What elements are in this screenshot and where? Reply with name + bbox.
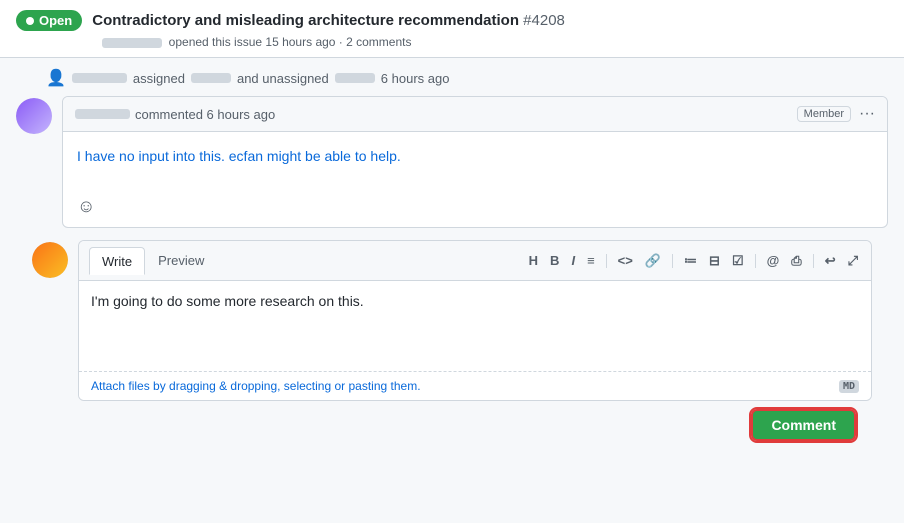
italic-icon[interactable]: I — [568, 251, 578, 270]
more-options-icon[interactable]: ··· — [859, 105, 875, 123]
ordered-list-icon[interactable]: ⊟ — [706, 251, 723, 271]
comment-header: commented 6 hours ago Member ··· — [63, 97, 887, 132]
ref-icon[interactable]: ⎙ — [788, 251, 804, 271]
member-badge: Member — [797, 106, 851, 122]
tab-preview[interactable]: Preview — [145, 247, 217, 274]
unassignee-name — [335, 73, 375, 83]
write-box: Write Preview H B I ≡ <> 🔗 ≔ ⊟ — [78, 240, 872, 401]
comment-card: commented 6 hours ago Member ··· I have … — [62, 96, 888, 228]
attach-text: Attach files by dragging & dropping, sel… — [91, 379, 421, 393]
activity-area: 👤 assigned and unassigned 6 hours ago co… — [0, 58, 904, 459]
write-textarea[interactable]: I'm going to do some more research on th… — [79, 281, 871, 371]
attach-bar: Attach files by dragging & dropping, sel… — [79, 371, 871, 400]
undo-icon[interactable]: ↩ — [822, 251, 839, 271]
comment-body: I have no input into this. ecfan might b… — [63, 132, 887, 192]
write-area-outer: Write Preview H B I ≡ <> 🔗 ≔ ⊟ — [16, 240, 888, 459]
task-list-icon[interactable]: ☑ — [729, 251, 747, 271]
code-icon[interactable]: <> — [615, 251, 636, 270]
comment-header-left: commented 6 hours ago — [75, 107, 275, 122]
commenter-avatar — [16, 98, 52, 134]
link-icon[interactable]: 🔗 — [642, 251, 664, 271]
current-user-avatar — [32, 242, 68, 278]
issue-title-row: Open Contradictory and misleading archit… — [16, 10, 888, 31]
toolbar-sep-1 — [606, 254, 607, 268]
unordered-list-icon[interactable]: ≔ — [681, 251, 700, 271]
toolbar-sep-3 — [755, 254, 756, 268]
author-avatar-blurred — [102, 38, 162, 48]
comment-text: I have no input into this. ecfan might b… — [77, 148, 401, 164]
comment-submit-button[interactable]: Comment — [751, 409, 856, 441]
tab-write[interactable]: Write — [89, 247, 145, 275]
bold-icon[interactable]: B — [547, 251, 562, 270]
list-icon[interactable]: ≡ — [584, 251, 598, 270]
assignment-row: 👤 assigned and unassigned 6 hours ago — [46, 58, 888, 96]
comment-submit-row: Comment — [78, 401, 872, 445]
toolbar-icons: H B I ≡ <> 🔗 ≔ ⊟ ☑ @ ⎙ — [526, 251, 861, 271]
assignor-name — [72, 73, 127, 83]
person-icon: 👤 — [46, 68, 66, 88]
mention-icon[interactable]: @ — [764, 251, 783, 270]
write-tabs: Write Preview H B I ≡ <> 🔗 ≔ ⊟ — [79, 241, 871, 281]
write-area-container: Write Preview H B I ≡ <> 🔗 ≔ ⊟ — [78, 240, 872, 445]
open-badge: Open — [16, 10, 82, 31]
expand-icon[interactable]: ⤢ — [845, 251, 861, 271]
comment-header-right: Member ··· — [797, 105, 875, 123]
commenter-name — [75, 109, 130, 119]
heading-icon[interactable]: H — [526, 251, 541, 270]
toolbar-sep-2 — [672, 254, 673, 268]
issue-title: Contradictory and misleading architectur… — [92, 12, 565, 29]
emoji-reaction-row[interactable]: ☺ — [63, 192, 887, 227]
open-badge-label: Open — [39, 13, 72, 28]
markdown-badge: MD — [839, 380, 859, 393]
issue-number: #4208 — [523, 12, 565, 29]
issue-meta: opened this issue 15 hours ago · 2 comme… — [102, 35, 888, 49]
tab-group: Write Preview — [89, 247, 217, 274]
toolbar-sep-4 — [813, 254, 814, 268]
assignee-name — [191, 73, 231, 83]
comment-block: commented 6 hours ago Member ··· I have … — [16, 96, 888, 228]
open-dot-icon — [26, 17, 34, 25]
issue-header: Open Contradictory and misleading archit… — [0, 0, 904, 58]
smile-emoji: ☺ — [77, 196, 95, 216]
